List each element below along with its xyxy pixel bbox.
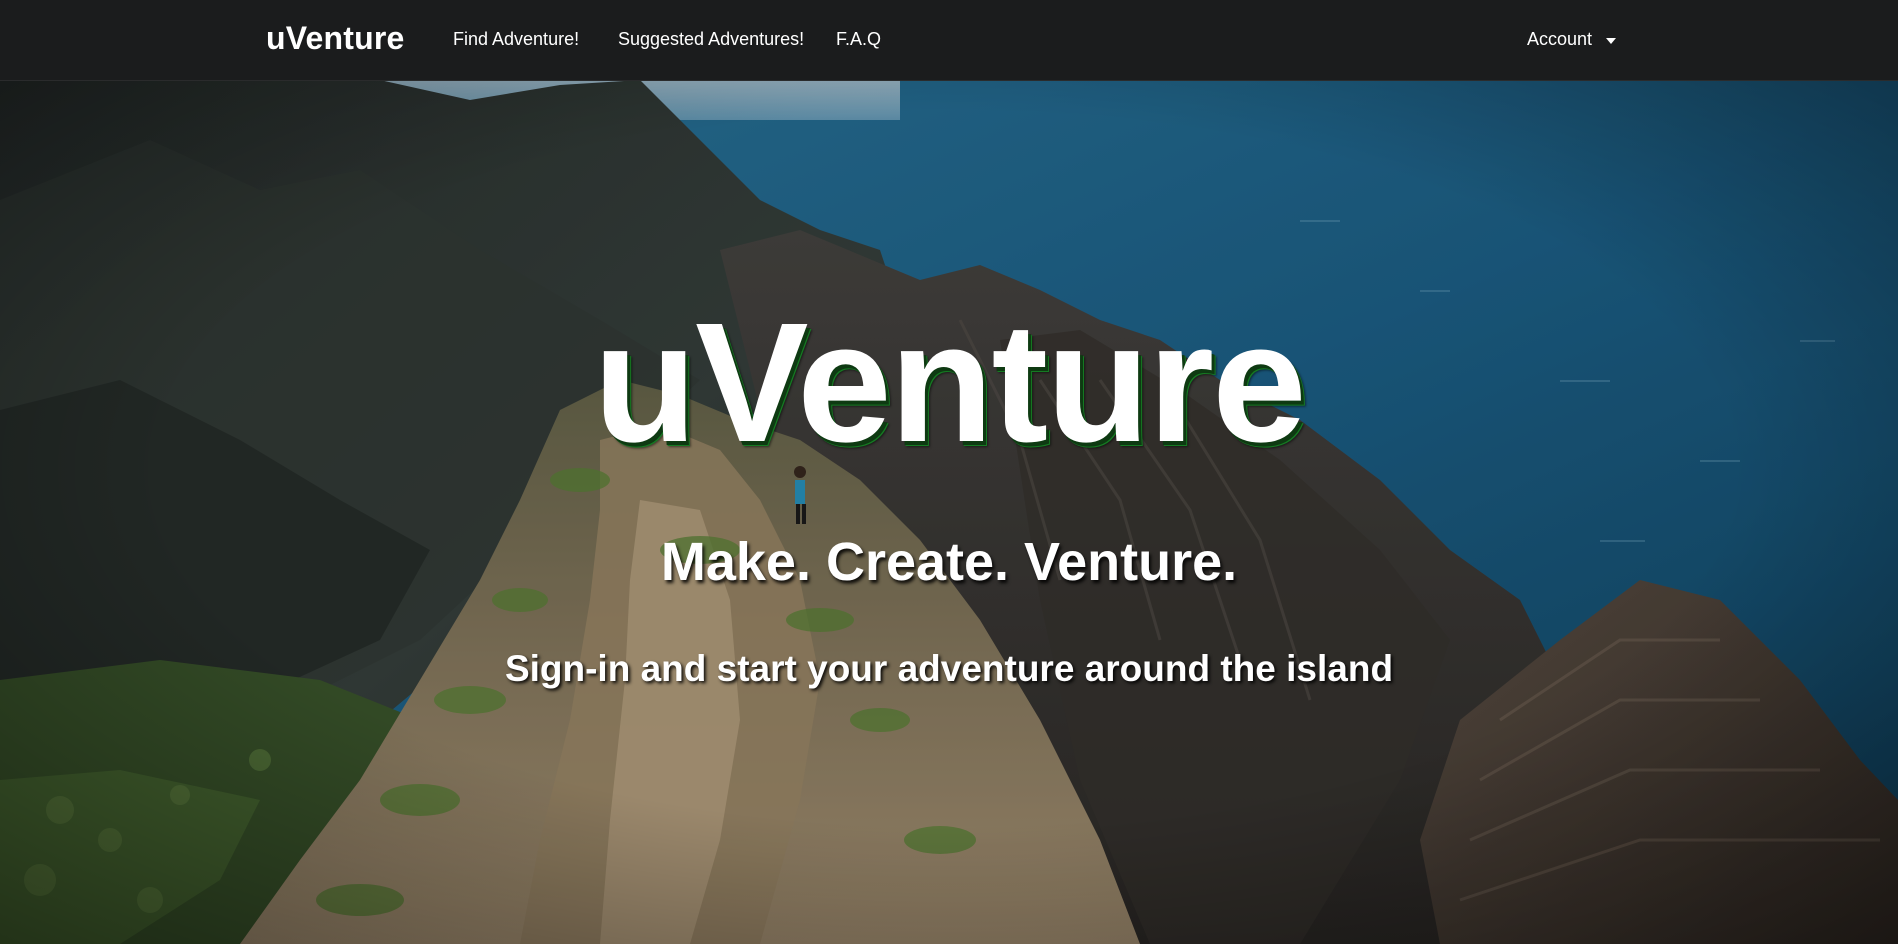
nav-faq[interactable]: F.A.Q [836, 29, 881, 50]
hero-signin-prompt: Sign-in and start your adventure around … [504, 648, 1394, 689]
hero-title: uVenture [593, 288, 1306, 478]
account-label: Account [1527, 29, 1593, 49]
nav-find-adventure[interactable]: Find Adventure! [453, 29, 579, 50]
caret-down-icon [1606, 37, 1617, 44]
account-dropdown[interactable]: Account [1527, 29, 1617, 50]
brand-logo-link[interactable]: uVenture [266, 20, 405, 57]
top-navbar: uVenture Find Adventure! Suggested Adven… [0, 0, 1898, 81]
hero-background-image [0, 80, 1898, 944]
hero-section: uVenture Make. Create. Venture. Sign-in … [0, 80, 1898, 944]
nav-suggested-adventures[interactable]: Suggested Adventures! [618, 29, 804, 50]
hero-tagline: Make. Create. Venture. [660, 532, 1238, 592]
